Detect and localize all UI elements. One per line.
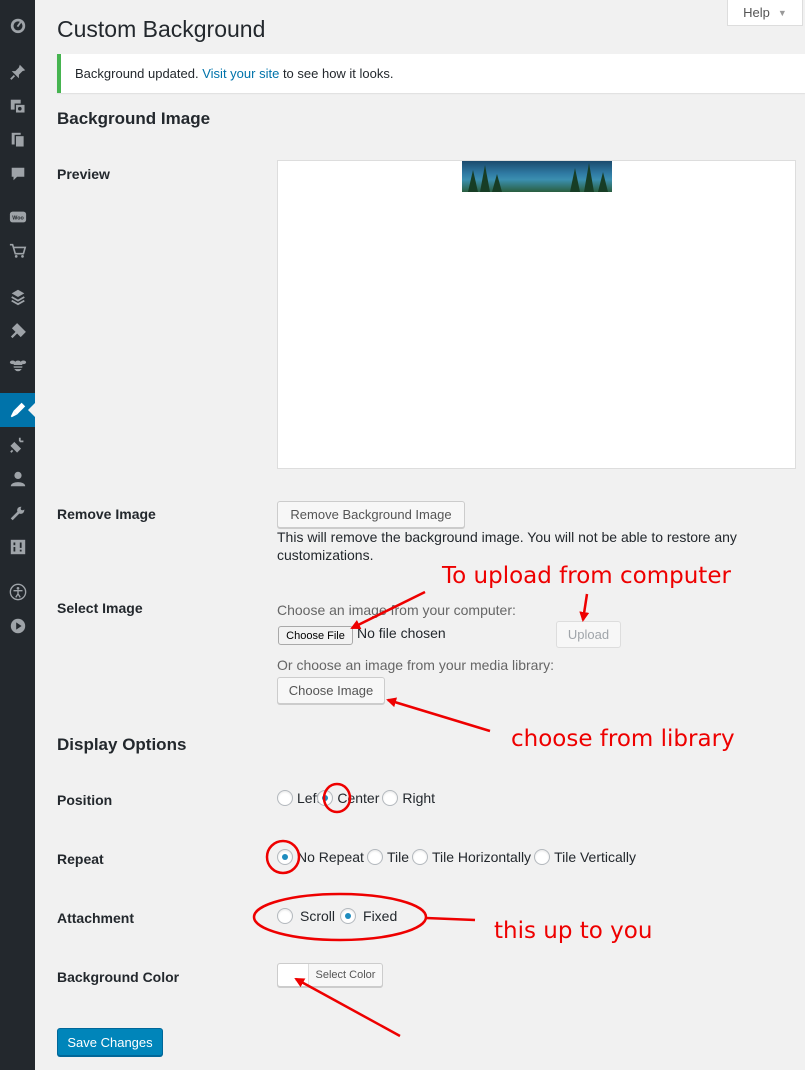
chevron-down-icon: ▼ (777, 7, 787, 18)
repeat-no-repeat-label: No Repeat (297, 849, 364, 865)
upload-button[interactable]: Upload (556, 621, 621, 648)
help-label: Help (743, 5, 770, 20)
repeat-tile-horizontally-label: Tile Horizontally (431, 849, 532, 865)
remove-description: This will remove the background image. Y… (277, 529, 737, 563)
users-icon[interactable] (0, 462, 35, 496)
background-preview (277, 160, 796, 469)
repeat-tile-radio[interactable] (366, 849, 383, 865)
repeat-tile-horizontally-radio[interactable] (411, 849, 428, 865)
position-right-label: Right (402, 790, 436, 806)
position-center-radio[interactable] (317, 790, 334, 806)
admin-sidebar: Woo (0, 0, 35, 1070)
background-color-label: Background Color (57, 969, 180, 985)
position-label: Position (57, 792, 113, 808)
annotation-arrow-upload (579, 593, 590, 622)
accessibility-icon[interactable] (0, 575, 35, 609)
display-options-heading: Display Options (57, 735, 187, 754)
cart-icon[interactable] (0, 234, 35, 268)
remove-image-label: Remove Image (57, 506, 156, 522)
svg-text:Woo: Woo (12, 216, 24, 222)
preview-label: Preview (57, 166, 110, 182)
repeat-radio-group: No Repeat Tile Tile Horizontally Tile Ve… (277, 849, 639, 865)
annotation-library-text: choose from library (511, 726, 735, 752)
annotation-attachment-text: this up to you (494, 918, 653, 944)
position-radio-group: Left Center Right (277, 790, 438, 806)
choose-file-button[interactable]: Choose File (278, 626, 353, 645)
attachment-scroll-radio[interactable] (277, 908, 293, 924)
attachment-fixed-label: Fixed (363, 908, 398, 924)
remove-background-button[interactable]: Remove Background Image (277, 501, 465, 528)
pin-icon[interactable] (0, 55, 35, 89)
bee-icon[interactable] (0, 348, 35, 382)
layers-icon[interactable] (0, 280, 35, 314)
attachment-scroll-label: Scroll (300, 908, 336, 924)
help-tab[interactable]: Help ▼ (727, 0, 803, 26)
position-right-radio[interactable] (382, 790, 399, 806)
attachment-radio-group: Scroll Fixed (277, 908, 400, 924)
wrench-icon[interactable] (0, 496, 35, 530)
annotation-upload-text: To upload from computer (442, 563, 731, 589)
color-swatch (278, 964, 309, 986)
settings-icon[interactable] (0, 530, 35, 564)
attachment-label: Attachment (57, 910, 135, 926)
dashboard-icon[interactable] (0, 8, 35, 42)
plugins-icon[interactable] (0, 428, 35, 462)
repeat-no-repeat-radio[interactable] (277, 849, 293, 865)
color-picker-button[interactable]: Select Color (277, 963, 383, 987)
repeat-tile-vertically-label: Tile Vertically (554, 849, 637, 865)
save-changes-button[interactable]: Save Changes (57, 1028, 163, 1056)
choose-computer-text: Choose an image from your computer: (277, 602, 516, 618)
update-notice: Background updated. Visit your site to s… (57, 54, 805, 93)
background-image-heading: Background Image (57, 109, 211, 128)
visit-site-link[interactable]: Visit your site (202, 66, 279, 81)
media-icon[interactable] (0, 89, 35, 123)
woo-icon[interactable]: Woo (0, 200, 35, 234)
comments-icon[interactable] (0, 157, 35, 191)
choose-image-button[interactable]: Choose Image (277, 677, 385, 704)
annotation-arrow-color (294, 977, 401, 1038)
appearance-icon[interactable] (0, 393, 35, 427)
select-color-label: Select Color (315, 969, 376, 981)
choose-library-text: Or choose an image from your media libra… (277, 657, 554, 673)
page-title: Custom Background (57, 16, 266, 42)
annotation-arrow-choose-image (386, 697, 491, 733)
play-icon[interactable] (0, 609, 35, 643)
attachment-fixed-radio[interactable] (340, 908, 357, 924)
position-center-label: Center (337, 790, 380, 806)
background-thumbnail (462, 161, 612, 192)
pages-icon[interactable] (0, 123, 35, 157)
repeat-label: Repeat (57, 851, 104, 867)
notice-text: Background updated. (75, 66, 199, 81)
annotation-arrow-attachment (425, 916, 476, 922)
tools-icon[interactable] (0, 314, 35, 348)
position-left-radio[interactable] (277, 790, 293, 806)
repeat-tile-vertically-radio[interactable] (534, 849, 551, 865)
repeat-tile-label: Tile (386, 849, 409, 865)
notice-text-after: to see how it looks. (282, 66, 394, 81)
no-file-text: No file chosen (357, 625, 446, 641)
select-image-label: Select Image (57, 600, 143, 616)
